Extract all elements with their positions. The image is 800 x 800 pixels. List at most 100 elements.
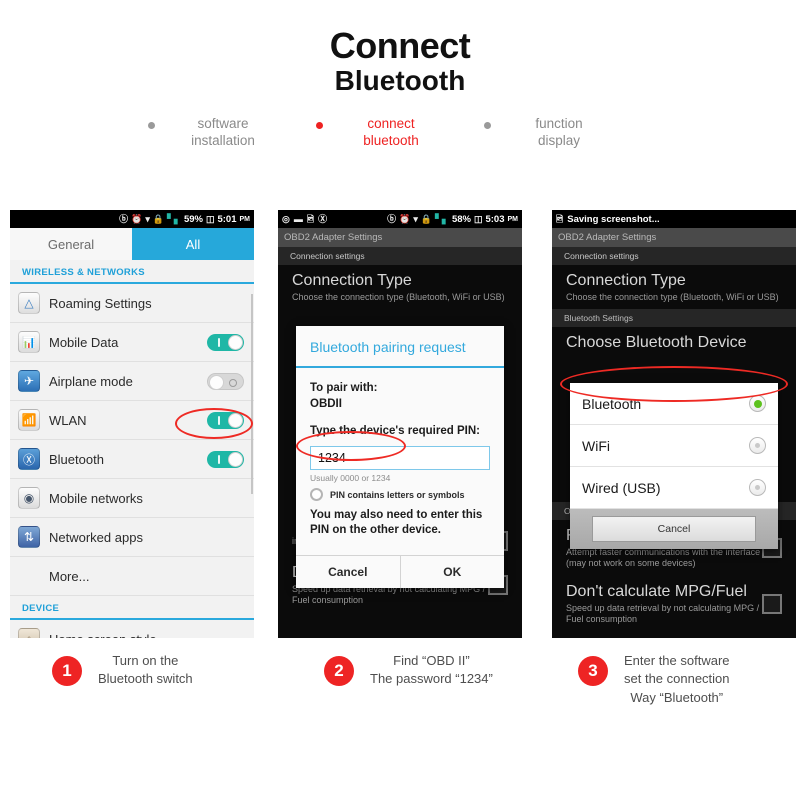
option-label: Wired (USB): [582, 479, 661, 496]
pref-description: Choose the connection type (Bluetooth, W…: [292, 292, 505, 302]
list-item-label: Mobile networks: [49, 490, 143, 506]
list-item-roaming-settings[interactable]: △ Roaming Settings: [10, 284, 254, 323]
pref-description: Choose the connection type (Bluetooth, W…: [566, 292, 779, 302]
list-item-mobile-data[interactable]: 📊 Mobile Data: [10, 323, 254, 362]
usb-icon: ▬: [293, 213, 303, 224]
bluetooth-icon: ⓑ: [387, 213, 397, 224]
obd-settings-screen: OBD2 Adapter Settings Connection setting…: [552, 228, 796, 638]
battery-icon: ◫: [205, 213, 215, 224]
cancel-button[interactable]: Cancel: [296, 556, 400, 588]
list-item-networked-apps[interactable]: ⇅ Networked apps: [10, 518, 254, 557]
bullet-dot-icon: [316, 122, 323, 130]
airplane-mode-toggle[interactable]: [207, 372, 244, 390]
signal-icon: ▘▖: [435, 213, 449, 224]
section-connection-settings: Connection settings: [278, 247, 522, 265]
pref-connection-type[interactable]: Connection Type Choose the connection ty…: [278, 265, 522, 309]
option-wired-usb[interactable]: Wired (USB): [570, 467, 778, 509]
mobile-data-toggle[interactable]: [207, 333, 244, 351]
bullet-dot-icon: [484, 122, 491, 130]
ok-button[interactable]: OK: [399, 556, 505, 589]
wifi-icon: ▾: [145, 213, 150, 224]
roaming-icon: △: [18, 292, 40, 314]
mobile-data-icon: 📊: [18, 331, 40, 353]
section-header-device: DEVICE: [10, 596, 254, 620]
list-item-more[interactable]: More...: [10, 557, 254, 596]
nav-item-function-display[interactable]: function display: [484, 115, 652, 150]
list-item-label: Mobile Data: [49, 334, 119, 350]
networked-apps-icon: ⇅: [18, 526, 40, 548]
app-title: OBD2 Adapter Settings: [552, 228, 796, 247]
tab-general[interactable]: General: [10, 228, 132, 260]
list-item-mobile-networks[interactable]: ◉ Mobile networks: [10, 479, 254, 518]
pref-dont-calculate-mpg[interactable]: Don't calculate MPG/Fuel Speed up data r…: [552, 576, 796, 632]
list-item-label: Roaming Settings: [49, 295, 152, 311]
option-bluetooth[interactable]: Bluetooth: [570, 383, 778, 425]
nav-label: connect bluetooth: [363, 116, 419, 149]
pin-input[interactable]: 1234: [310, 446, 490, 471]
phone-screenshot-2: ◎ ▬ 🖻 Ⓧ ⓑ ⏰ ▾ 🔒 ▘▖ 58% ◫ 5:03 PM OBD2 Ad…: [278, 210, 522, 638]
dialog-note: You may also need to enter this PIN on t…: [310, 509, 483, 537]
screenshots-row: ⓑ ⏰ ▾ 🔒 ▘▖ 59% ◫ 5:01 PM General All WIR…: [0, 210, 800, 640]
settings-list: △ Roaming Settings 📊 Mobile Data ✈ Airpl…: [10, 284, 254, 596]
option-wifi[interactable]: WiFi: [570, 425, 778, 467]
pref-description: Attempt faster communications with the i…: [566, 547, 761, 569]
list-item-label: Home screen style: [49, 632, 244, 639]
status-text: Saving screenshot...: [567, 213, 660, 225]
checkbox[interactable]: [762, 593, 782, 614]
phone-screenshot-3: 🖻 Saving screenshot... OBD2 Adapter Sett…: [552, 210, 796, 638]
list-item-bluetooth[interactable]: Ⓧ Bluetooth: [10, 440, 254, 479]
wlan-toggle[interactable]: [207, 411, 244, 429]
list-item-airplane-mode[interactable]: ✈ Airplane mode: [10, 362, 254, 401]
section-header-wireless: WIRELESS & NETWORKS: [10, 260, 254, 284]
caption-text: Turn on the Bluetooth switch: [98, 653, 193, 687]
tab-all[interactable]: All: [132, 228, 254, 260]
bluetooth-toggle[interactable]: [207, 450, 244, 468]
home-icon: ⌂: [18, 628, 40, 638]
list-item-label: Bluetooth: [49, 451, 104, 467]
caption-step-1: 1 Turn on the Bluetooth switch: [52, 652, 193, 689]
pref-connection-type[interactable]: Connection Type Choose the connection ty…: [552, 265, 796, 309]
radio-icon[interactable]: [749, 479, 766, 496]
screenshot-icon: 🖻: [556, 213, 564, 224]
nav-item-software-installation[interactable]: software installation: [148, 115, 316, 150]
scrollbar[interactable]: [251, 294, 253, 494]
bluetooth-icon: Ⓧ: [18, 448, 40, 470]
device-list: ⌂ Home screen style 🔊 Sound █ Display: [10, 620, 254, 638]
cancel-button[interactable]: Cancel: [592, 516, 756, 542]
airplane-icon: ✈: [18, 370, 40, 392]
settings-tabs: General All: [10, 228, 254, 260]
list-item-label: More...: [49, 568, 90, 584]
list-item-wlan[interactable]: 📶 WLAN: [10, 401, 254, 440]
nav-label: function display: [535, 116, 583, 149]
pair-with-label: To pair with:: [310, 382, 378, 394]
status-ampm: PM: [239, 215, 251, 223]
pair-device-name: OBDII: [310, 398, 342, 411]
pin-letters-label: PIN contains letters or symbols: [330, 489, 465, 500]
page-title-line2: Bluetooth: [334, 64, 466, 96]
radio-icon[interactable]: [749, 437, 766, 454]
list-item-label: Airplane mode: [49, 373, 133, 389]
screenshot-icon: 🖻: [306, 213, 315, 224]
signal-icon: ▘▖: [167, 213, 181, 224]
pref-choose-bluetooth-device[interactable]: Choose Bluetooth Device: [552, 327, 796, 358]
wifi-icon: 📶: [18, 409, 40, 431]
wifi-icon: ▾: [413, 213, 418, 224]
caption-step-3: 3 Enter the software set the connection …: [578, 652, 730, 707]
step-number-badge: 1: [52, 656, 82, 686]
caption-text: Enter the software set the connection Wa…: [624, 653, 730, 705]
bluetooth-pairing-dialog: Bluetooth pairing request To pair with: …: [296, 326, 505, 589]
nav-label: software installation: [191, 116, 255, 149]
radio-selected-icon[interactable]: [749, 395, 766, 412]
nav-item-connect-bluetooth[interactable]: connect bluetooth: [316, 115, 484, 150]
status-bar: ⓑ ⏰ ▾ 🔒 ▘▖ 59% ◫ 5:01 PM: [10, 210, 254, 228]
pref-title: Choose Bluetooth Device: [566, 334, 747, 352]
step-number-badge: 2: [324, 656, 354, 686]
section-connection-settings: Connection settings: [552, 247, 796, 265]
pref-title: Connection Type: [566, 272, 686, 289]
dialog-buttons: Cancel OK: [296, 555, 505, 589]
battery-percent: 59%: [183, 213, 203, 225]
list-item-home-screen-style[interactable]: ⌂ Home screen style: [10, 620, 254, 638]
list-item-label: WLAN: [49, 412, 87, 428]
pin-letters-checkbox-row[interactable]: PIN contains letters or symbols: [310, 488, 490, 502]
status-time: 5:01: [217, 213, 237, 225]
